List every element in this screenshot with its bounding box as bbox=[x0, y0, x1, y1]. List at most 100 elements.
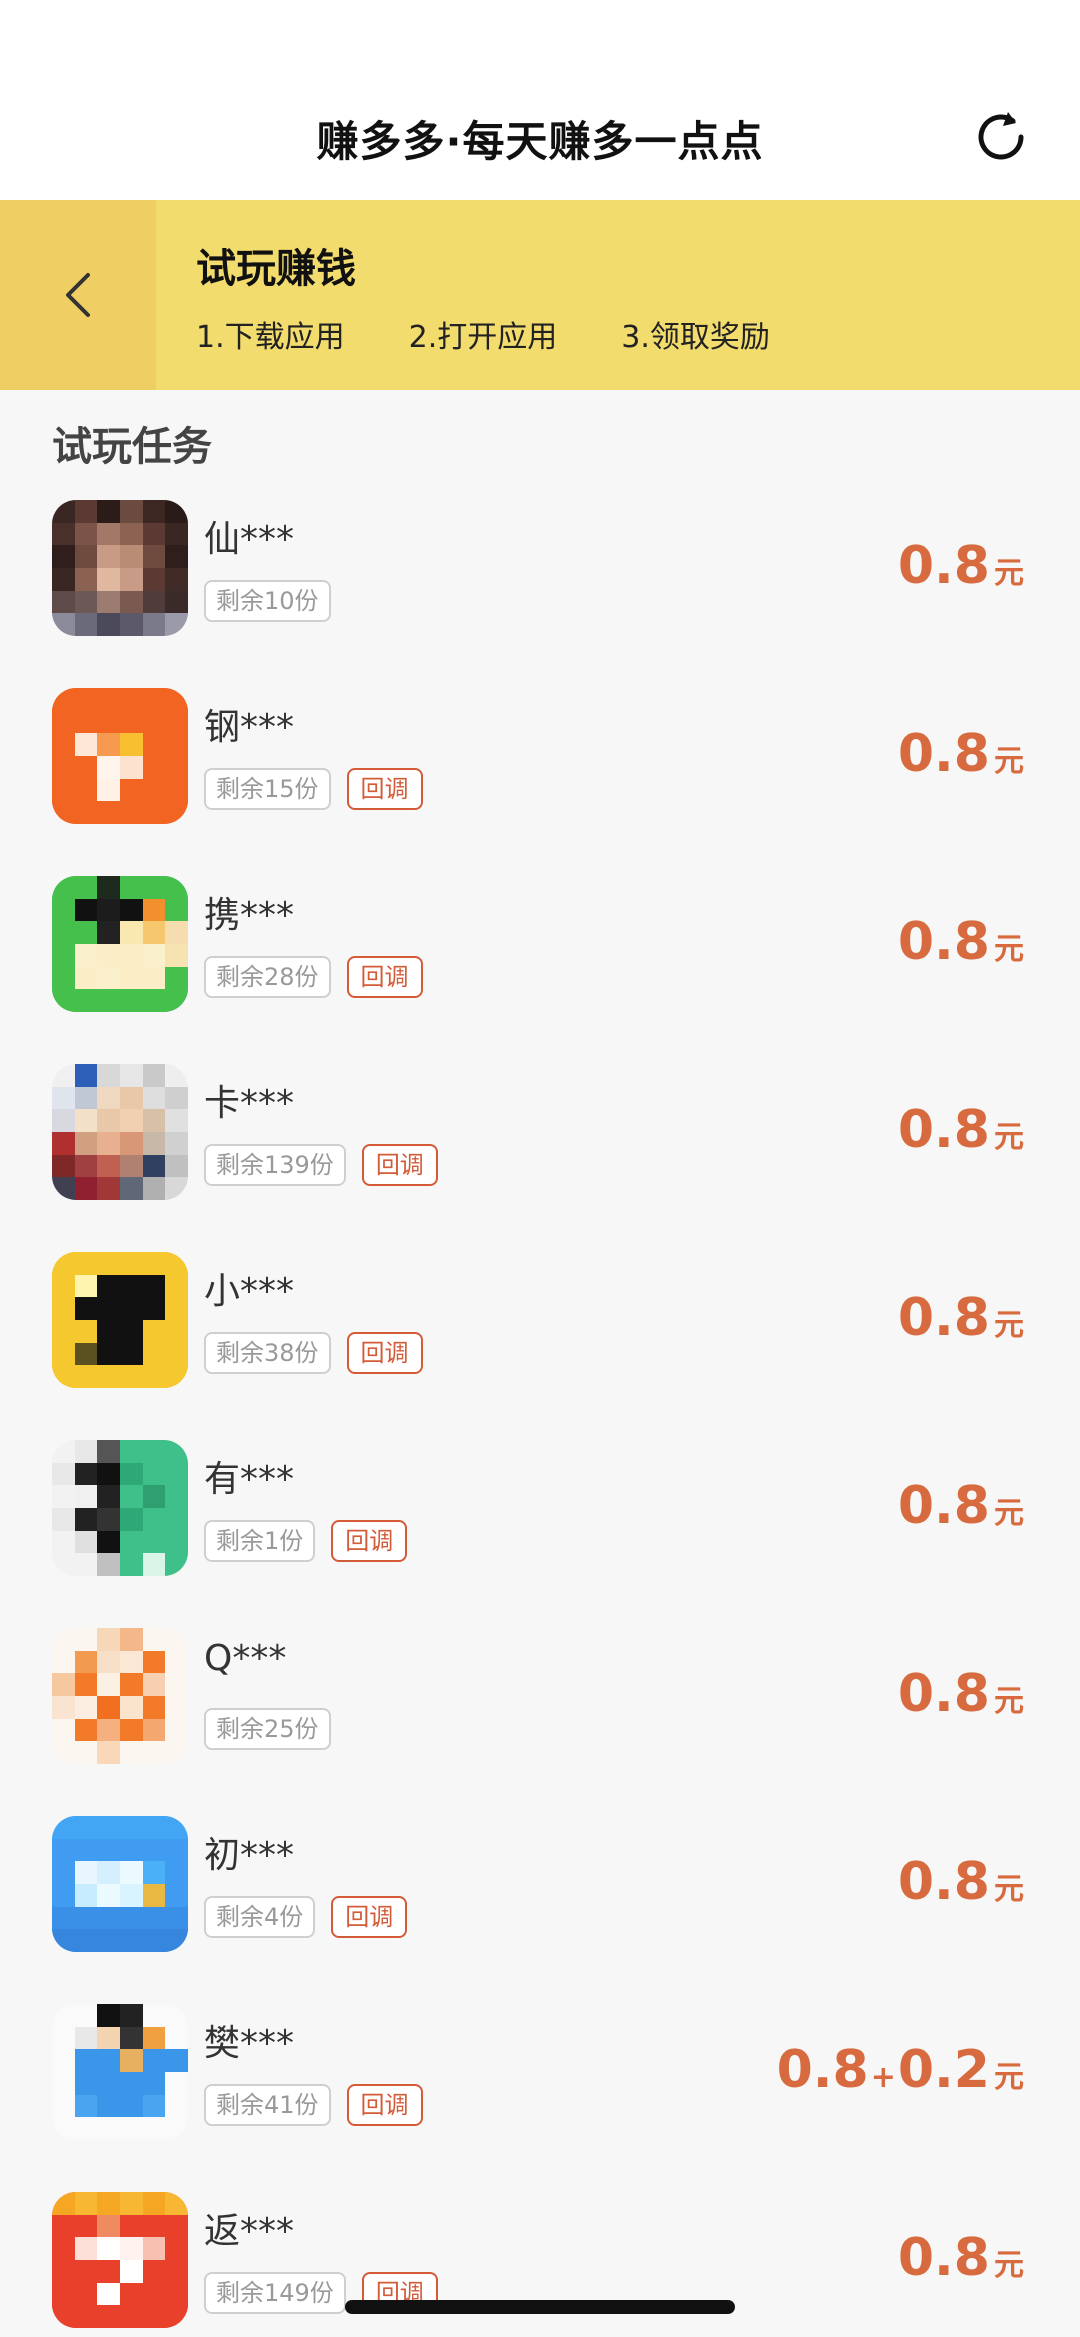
reward-unit: 元 bbox=[994, 2060, 1024, 2095]
app-name: 樊*** bbox=[204, 2023, 295, 2064]
reward-amount: 0.8 bbox=[897, 1664, 990, 1724]
reward-amount: 0.8 bbox=[897, 2228, 990, 2288]
task-row[interactable]: 返*** 剩余149份 回调 0.8 元 bbox=[0, 2192, 1080, 2337]
task-list: 仙*** 剩余10份 0.8 元 钢*** 剩余15份 回调 0.8 元 携**… bbox=[0, 500, 1080, 2337]
app-icon bbox=[52, 2192, 188, 2328]
reward-amount: 0.8 bbox=[897, 912, 990, 972]
remaining-badge: 剩余149份 bbox=[204, 2272, 346, 2314]
reward-unit: 元 bbox=[994, 932, 1024, 967]
badges: 剩余38份 回调 bbox=[204, 1332, 423, 1374]
task-row[interactable]: 有*** 剩余1份 回调 0.8 元 bbox=[0, 1440, 1080, 1628]
remaining-badge: 剩余41份 bbox=[204, 2084, 331, 2126]
home-indicator[interactable] bbox=[345, 2300, 735, 2314]
badges: 剩余10份 bbox=[204, 580, 347, 622]
badges: 剩余28份 回调 bbox=[204, 956, 423, 998]
trial-banner: 试玩赚钱 1.下载应用 2.打开应用 3.领取奖励 bbox=[0, 200, 1080, 390]
reward: 0.8 元 bbox=[898, 1100, 1024, 1160]
app-icon bbox=[52, 876, 188, 1012]
app-icon bbox=[52, 1628, 188, 1764]
app-name: 携*** bbox=[204, 895, 295, 936]
reward: 0.8 + 0.2 元 bbox=[777, 2040, 1024, 2100]
app-name: 钢*** bbox=[204, 707, 295, 748]
reward-unit: 元 bbox=[994, 556, 1024, 591]
badges: 剩余25份 bbox=[204, 1708, 347, 1750]
callback-badge: 回调 bbox=[346, 1332, 423, 1374]
task-row[interactable]: 携*** 剩余28份 回调 0.8 元 bbox=[0, 876, 1080, 1064]
reward-plus: + bbox=[870, 2060, 896, 2095]
reward-unit: 元 bbox=[994, 1308, 1024, 1343]
callback-badge: 回调 bbox=[346, 956, 423, 998]
app-icon bbox=[52, 500, 188, 636]
app-icon bbox=[52, 688, 188, 824]
app-icon bbox=[52, 1440, 188, 1576]
chevron-left-icon bbox=[66, 273, 90, 317]
remaining-badge: 剩余28份 bbox=[204, 956, 331, 998]
remaining-badge: 剩余38份 bbox=[204, 1332, 331, 1374]
app-icon bbox=[52, 1064, 188, 1200]
page: 赚多多·每天赚多一点点 试玩赚钱 1.下载应用 2.打开应用 3.领取奖励 试玩… bbox=[0, 0, 1080, 2337]
reward-amount: 0.8 bbox=[897, 1476, 990, 1536]
app-icon bbox=[52, 1252, 188, 1388]
app-icon bbox=[52, 1816, 188, 1952]
task-row[interactable]: 钢*** 剩余15份 回调 0.8 元 bbox=[0, 688, 1080, 876]
badges: 剩余41份 回调 bbox=[204, 2084, 423, 2126]
reward-unit: 元 bbox=[994, 1496, 1024, 1531]
callback-badge: 回调 bbox=[331, 1896, 408, 1938]
app-name: 小*** bbox=[204, 1271, 295, 1312]
reward-amount: 0.8 bbox=[897, 1288, 990, 1348]
app-name: 卡*** bbox=[204, 1083, 295, 1124]
reward-amount: 0.8 bbox=[776, 2040, 869, 2100]
reward: 0.8 元 bbox=[898, 724, 1024, 784]
section-title: 试玩任务 bbox=[52, 424, 212, 470]
badges: 剩余1份 回调 bbox=[204, 1520, 408, 1562]
remaining-badge: 剩余1份 bbox=[204, 1520, 316, 1562]
reward-unit: 元 bbox=[994, 1872, 1024, 1907]
steps: 1.下载应用 2.打开应用 3.领取奖励 bbox=[196, 312, 834, 356]
top-bar: 赚多多·每天赚多一点点 bbox=[0, 0, 1080, 200]
reward: 0.8 元 bbox=[898, 1288, 1024, 1348]
reward-amount: 0.8 bbox=[897, 1100, 990, 1160]
reward-bonus: 0.2 bbox=[897, 2040, 990, 2100]
app-name: 仙*** bbox=[204, 519, 295, 560]
callback-badge: 回调 bbox=[331, 1520, 408, 1562]
task-row[interactable]: 卡*** 剩余139份 回调 0.8 元 bbox=[0, 1064, 1080, 1252]
reward-amount: 0.8 bbox=[897, 536, 990, 596]
task-row[interactable]: Q*** 剩余25份 0.8 元 bbox=[0, 1628, 1080, 1816]
callback-badge: 回调 bbox=[346, 2084, 423, 2126]
task-row[interactable]: 樊*** 剩余41份 回调 0.8 + 0.2 元 bbox=[0, 2004, 1080, 2192]
app-icon bbox=[52, 2004, 188, 2140]
reward-amount: 0.8 bbox=[897, 724, 990, 784]
reward-unit: 元 bbox=[994, 1684, 1024, 1719]
app-name: 返*** bbox=[204, 2211, 295, 2252]
app-name: Q*** bbox=[204, 1638, 287, 1679]
badges: 剩余15份 回调 bbox=[204, 768, 423, 810]
remaining-badge: 剩余4份 bbox=[204, 1896, 316, 1938]
task-row[interactable]: 初*** 剩余4份 回调 0.8 元 bbox=[0, 1816, 1080, 2004]
app-name: 初*** bbox=[204, 1835, 295, 1876]
callback-badge: 回调 bbox=[361, 1144, 438, 1186]
step-download: 1.下载应用 bbox=[196, 320, 345, 355]
refresh-icon[interactable] bbox=[972, 108, 1030, 166]
reward: 0.8 元 bbox=[898, 1852, 1024, 1912]
task-row[interactable]: 小*** 剩余38份 回调 0.8 元 bbox=[0, 1252, 1080, 1440]
badges: 剩余4份 回调 bbox=[204, 1896, 408, 1938]
back-button[interactable] bbox=[0, 200, 156, 390]
callback-badge: 回调 bbox=[346, 768, 423, 810]
step-open: 2.打开应用 bbox=[408, 320, 558, 355]
app-name: 有*** bbox=[204, 1459, 295, 1500]
remaining-badge: 剩余139份 bbox=[204, 1144, 346, 1186]
remaining-badge: 剩余25份 bbox=[204, 1708, 331, 1750]
reward: 0.8 元 bbox=[898, 912, 1024, 972]
reward-unit: 元 bbox=[994, 744, 1024, 779]
remaining-badge: 剩余15份 bbox=[204, 768, 331, 810]
reward: 0.8 元 bbox=[898, 1476, 1024, 1536]
step-claim: 3.领取奖励 bbox=[621, 320, 770, 355]
page-title: 赚多多·每天赚多一点点 bbox=[316, 117, 764, 166]
reward-amount: 0.8 bbox=[897, 1852, 990, 1912]
reward: 0.8 元 bbox=[898, 1664, 1024, 1724]
task-row[interactable]: 仙*** 剩余10份 0.8 元 bbox=[0, 500, 1080, 688]
remaining-badge: 剩余10份 bbox=[204, 580, 331, 622]
reward: 0.8 元 bbox=[898, 536, 1024, 596]
reward-unit: 元 bbox=[994, 2248, 1024, 2283]
badges: 剩余139份 回调 bbox=[204, 1144, 438, 1186]
